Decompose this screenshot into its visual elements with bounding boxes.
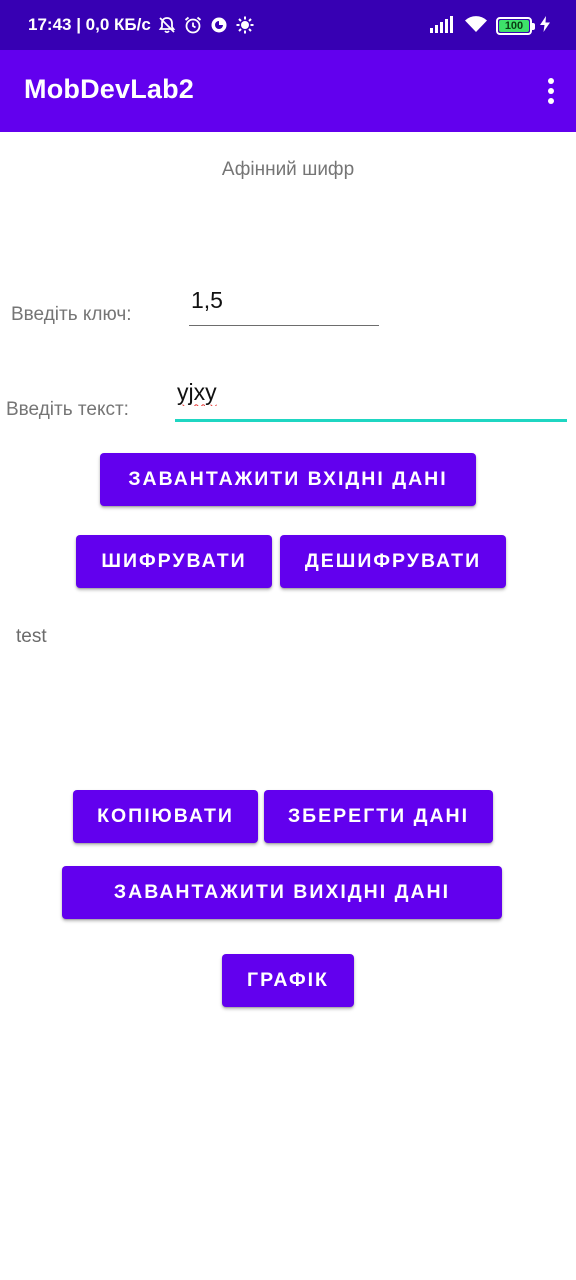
status-right: 100 xyxy=(430,15,550,37)
app-bar: MobDevLab2 xyxy=(0,50,576,132)
text-label: Введіть текст: xyxy=(6,399,129,420)
status-time: 17:43 | 0,0 КБ/с xyxy=(28,15,151,34)
menu-dot xyxy=(548,88,554,94)
muted-bell-icon xyxy=(157,15,177,35)
load-output-button[interactable]: ЗАВАНТАЖИТИ ВИХІДНІ ДАНІ xyxy=(62,866,502,919)
battery-icon: 100 xyxy=(496,17,535,35)
copy-button[interactable]: КОПІЮВАТИ xyxy=(73,790,258,843)
key-input[interactable] xyxy=(189,282,379,318)
load-input-button[interactable]: ЗАВАНТАЖИТИ ВХІДНІ ДАНІ xyxy=(100,453,476,506)
cipher-title: Афінний шифр xyxy=(221,159,355,180)
decrypt-button[interactable]: ДЕШИФРУВАТИ xyxy=(280,535,506,588)
battery-level: 100 xyxy=(499,20,529,32)
text-field[interactable] xyxy=(175,374,567,422)
app-title: MobDevLab2 xyxy=(24,74,195,104)
menu-dot xyxy=(548,78,554,84)
encrypt-button[interactable]: ШИФРУВАТИ xyxy=(76,535,272,588)
key-label: Введіть ключ: xyxy=(11,304,132,325)
status-left: 17:43 | 0,0 КБ/с xyxy=(28,13,255,37)
overflow-menu-icon[interactable] xyxy=(544,74,558,108)
data-saver-icon xyxy=(209,15,229,35)
key-field[interactable] xyxy=(189,282,379,326)
chart-button[interactable]: ГРАФІК xyxy=(222,954,354,1007)
status-bar: 17:43 | 0,0 КБ/с 100 xyxy=(0,0,576,50)
charging-icon xyxy=(540,15,550,37)
menu-dot xyxy=(548,98,554,104)
wifi-icon xyxy=(464,15,488,38)
output-text: test xyxy=(16,626,47,647)
text-input[interactable] xyxy=(175,374,567,410)
alarm-icon xyxy=(183,15,203,35)
signal-icon xyxy=(430,15,456,38)
save-button[interactable]: ЗБЕРЕГТИ ДАНІ xyxy=(264,790,493,843)
brightness-icon xyxy=(235,15,255,35)
